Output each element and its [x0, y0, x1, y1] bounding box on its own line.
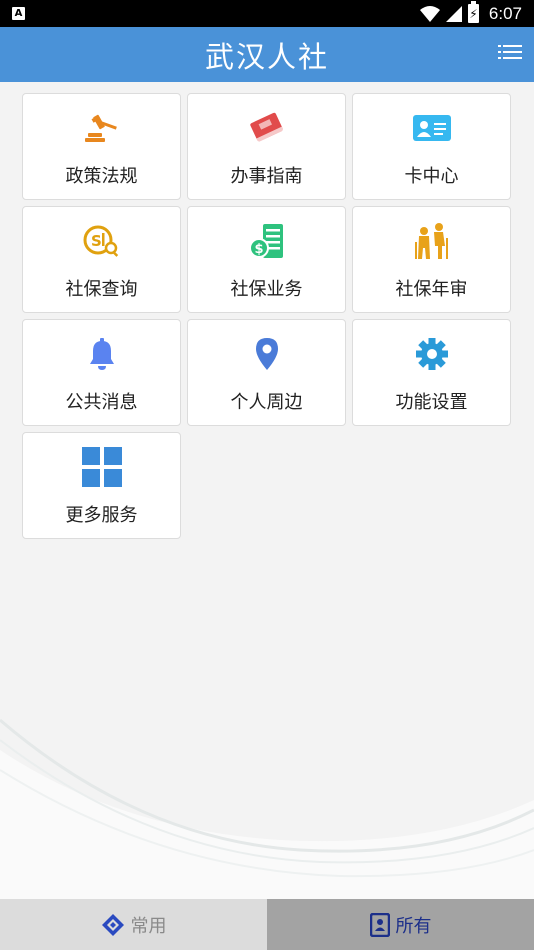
status-time: 6:07	[488, 3, 522, 23]
gear-icon	[415, 338, 448, 370]
wifi-icon	[419, 5, 440, 22]
feature-grid: 政策法规 办事指南 卡中心 S 社保查询 $ 社保业务 社保年审 公共消息 个人…	[22, 93, 512, 539]
tab-all-label: 所有	[395, 915, 432, 937]
diamond-icon	[101, 913, 124, 936]
bottom-tab-bar: 常用 所有	[0, 899, 534, 950]
app-header: 武汉人社	[0, 27, 534, 82]
tile-label: 社保业务	[230, 279, 303, 300]
tile-public-messages[interactable]: 公共消息	[22, 319, 181, 426]
tile-card-center[interactable]: 卡中心	[352, 93, 511, 200]
location-pin-icon	[255, 338, 278, 370]
tile-label: 社保年审	[395, 279, 468, 300]
tile-policy-regulations[interactable]: 政策法规	[22, 93, 181, 200]
tile-label: 更多服务	[65, 505, 138, 526]
tile-service-guide[interactable]: 办事指南	[187, 93, 346, 200]
tile-label: 政策法规	[65, 166, 138, 187]
tab-common[interactable]: 常用	[0, 899, 267, 950]
bell-icon	[89, 338, 114, 370]
background-wave	[0, 718, 534, 900]
tile-label: 卡中心	[404, 166, 459, 187]
tile-social-security-annual-review[interactable]: 社保年审	[352, 206, 511, 313]
tile-social-security-query[interactable]: S 社保查询	[22, 206, 181, 313]
tile-label: 社保查询	[65, 279, 138, 300]
cell-signal-icon	[445, 5, 462, 22]
battery-icon: ⚡	[467, 1, 479, 23]
list-menu-icon[interactable]	[498, 44, 522, 64]
tile-label: 功能设置	[395, 392, 468, 413]
tab-all[interactable]: 所有	[267, 899, 534, 950]
elderly-couple-icon	[414, 223, 448, 259]
tile-function-settings[interactable]: 功能设置	[352, 319, 511, 426]
app-notification-icon: A	[12, 7, 25, 20]
money-document-icon: $	[248, 224, 283, 258]
grid-icon	[81, 447, 122, 487]
social-security-search-icon: S	[83, 225, 118, 257]
tile-label: 办事指南	[230, 166, 303, 187]
tab-common-label: 常用	[130, 915, 167, 937]
tile-label: 个人周边	[230, 392, 303, 413]
page-title: 武汉人社	[204, 39, 329, 74]
book-icon	[249, 112, 283, 143]
status-bar: A ⚡ 6:07	[0, 0, 534, 27]
tile-label: 公共消息	[65, 392, 138, 413]
tile-social-security-business[interactable]: $ 社保业务	[187, 206, 346, 313]
svg-text:S: S	[91, 232, 102, 250]
id-card-icon	[412, 115, 451, 141]
tile-more-services[interactable]: 更多服务	[22, 432, 181, 539]
svg-text:$: $	[254, 242, 263, 257]
contact-book-icon	[369, 912, 390, 937]
gavel-icon	[84, 114, 117, 142]
tile-personal-nearby[interactable]: 个人周边	[187, 319, 346, 426]
